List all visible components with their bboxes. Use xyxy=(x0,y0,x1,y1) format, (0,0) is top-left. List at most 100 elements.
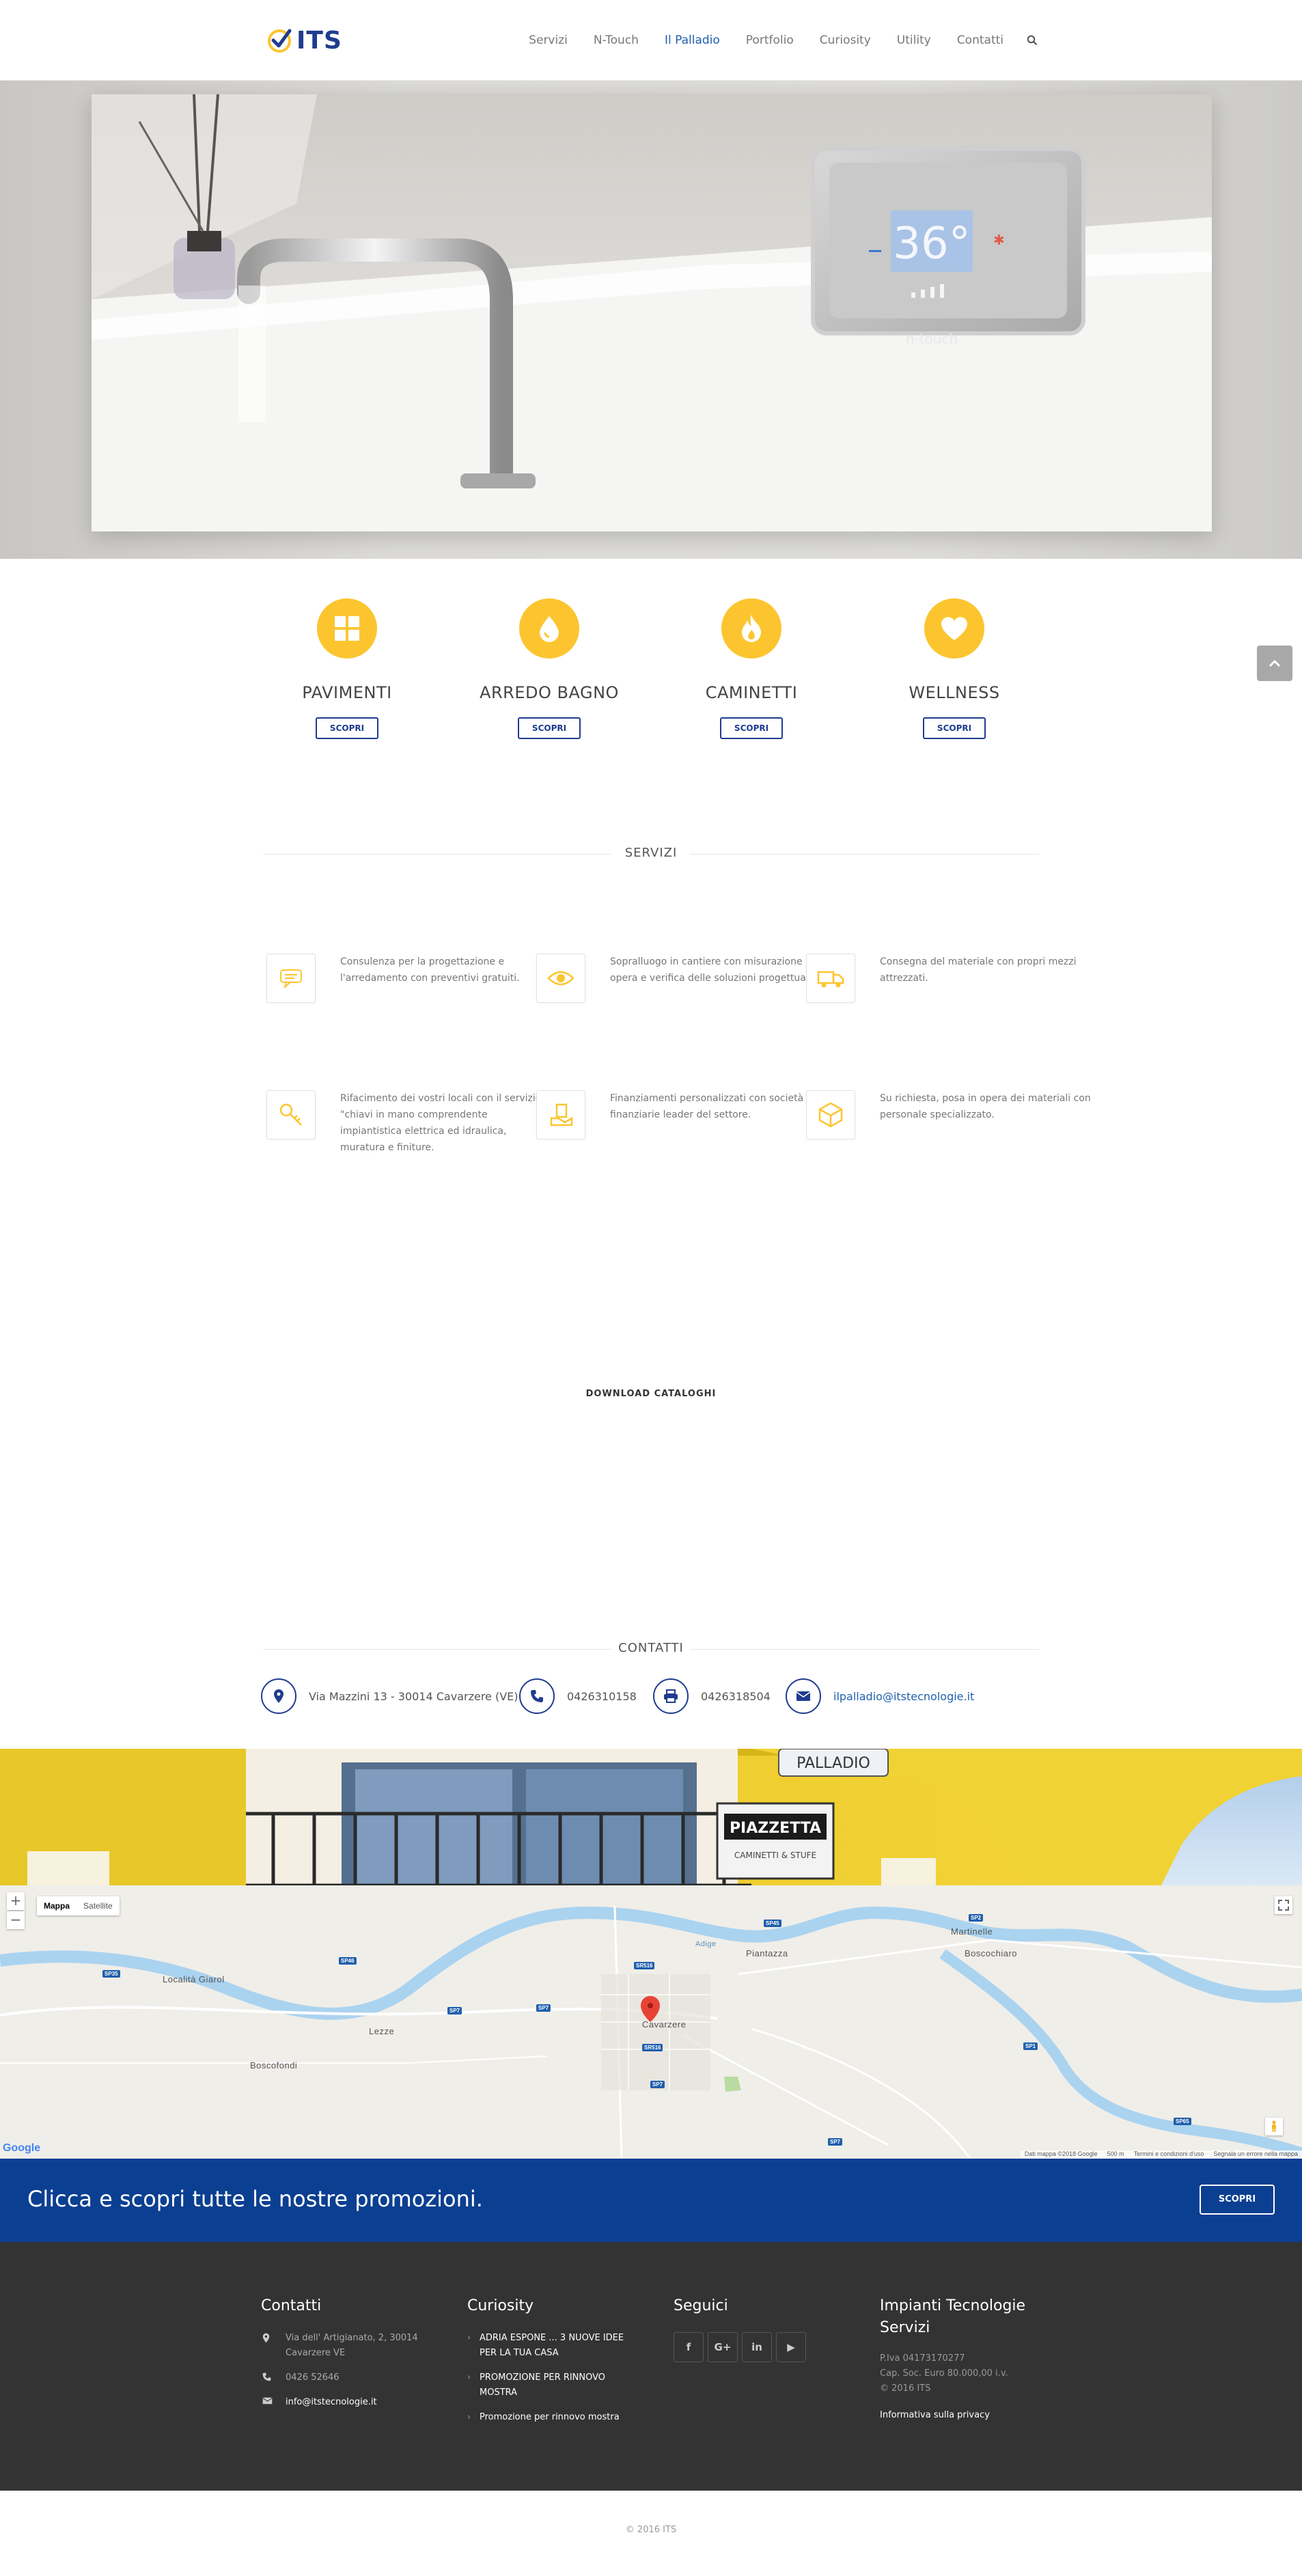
google-logo: Google xyxy=(3,2142,41,2154)
scopri-button[interactable]: SCOPRI xyxy=(923,717,986,739)
site-footer: Contatti Via dell' Artigianato, 2, 30014… xyxy=(0,2242,1302,2491)
logo-text: ITS xyxy=(296,26,342,55)
nav-n-touch[interactable]: N-Touch xyxy=(581,31,652,49)
google-plus-icon[interactable]: G+ xyxy=(708,2332,738,2362)
feature-caminetti: CAMINETTI SCOPRI xyxy=(676,598,827,739)
feature-wellness: WELLNESS SCOPRI xyxy=(879,598,1029,739)
facebook-icon[interactable]: f xyxy=(674,2332,704,2362)
hero-slider: 36° n-touch ✱ xyxy=(0,81,1302,559)
map-place-label: Cavarzere xyxy=(642,2019,687,2030)
service-text: Consulenza per la progettazione e l'arre… xyxy=(340,956,520,984)
nav-portfolio[interactable]: Portfolio xyxy=(733,31,807,49)
footer-title: Contatti xyxy=(261,2297,322,2314)
privacy-link[interactable]: Informativa sulla privacy xyxy=(880,2410,1044,2420)
google-map[interactable]: + − Mappa Satellite Località Giarol Lezz… xyxy=(0,1885,1302,2159)
map-pin-icon xyxy=(261,2331,286,2361)
service-text: Sopralluogo in cantiere con misurazione … xyxy=(610,956,815,984)
map-type-satellite[interactable]: Satellite xyxy=(77,1896,120,1915)
map-place-label: Località Giarol xyxy=(163,1974,225,1984)
map-place-label: Martinelle xyxy=(951,1926,993,1937)
map-type-mappa[interactable]: Mappa xyxy=(37,1896,77,1915)
thermostat-brand: n-touch xyxy=(906,331,958,347)
scopri-button[interactable]: SCOPRI xyxy=(518,717,581,739)
feature-title: ARREDO BAGNO xyxy=(480,683,619,702)
footer-phone: 0426 52646 xyxy=(261,2370,452,2385)
map-terms-link[interactable]: Termini e condizioni d'uso xyxy=(1134,2150,1204,2159)
nav-il-palladio[interactable]: Il Palladio xyxy=(652,31,733,49)
grid-icon xyxy=(317,598,377,659)
footer-contatti: Contatti Via dell' Artigianato, 2, 30014… xyxy=(261,2295,452,2410)
promo-banner: Clicca e scopri tutte le nostre promozio… xyxy=(0,2159,1302,2242)
scopri-button[interactable]: SCOPRI xyxy=(316,717,378,739)
copyright-text: © 2016 ITS xyxy=(625,2525,677,2535)
service-item: Sopralluogo in cantiere con misurazione … xyxy=(536,954,814,1042)
section-title: CONTATTI xyxy=(618,1641,684,1655)
site-header: ITS Servizi N-Touch Il Palladio Portfoli… xyxy=(0,0,1302,81)
footer-curiosity: Curiosity › ADRIA ESPONE ... 3 NUOVE IDEE… xyxy=(467,2295,631,2425)
servizi-heading: SERVIZI xyxy=(263,844,1039,865)
map-pin-icon xyxy=(261,1678,296,1714)
map-place-label: Boscochiaro xyxy=(965,1948,1018,1958)
map-zoom-out-button[interactable]: − xyxy=(7,1911,25,1929)
service-text: Su richiesta, posa in opera dei material… xyxy=(880,1093,1091,1120)
nav-utility[interactable]: Utility xyxy=(884,31,944,49)
logo[interactable]: ITS xyxy=(266,25,342,56)
footer-address: Via dell' Artigianato, 2, 30014 Cavarzer… xyxy=(261,2331,452,2361)
thermostat-temp: 36° xyxy=(893,219,970,269)
chat-icon xyxy=(266,954,316,1003)
pegman-icon[interactable] xyxy=(1265,2118,1283,2135)
nav-curiosity[interactable]: Curiosity xyxy=(807,31,884,49)
phone-icon xyxy=(519,1678,555,1714)
footer-company: Impianti Tecnologie Servizi P.Iva 041731… xyxy=(880,2295,1044,2420)
back-to-top-button[interactable] xyxy=(1257,646,1292,681)
store-photo: PALLADIO PIAZZETTA CAMINETTI & STUFE xyxy=(0,1749,1302,1885)
contact-email-link[interactable]: ilpalladio@itstecnologie.it xyxy=(833,1690,974,1703)
footer-curiosity-link[interactable]: › Promozione per rinnovo mostra xyxy=(467,2410,631,2425)
bathroom-scene: 36° n-touch ✱ xyxy=(92,94,1212,531)
sign-caminetti: CAMINETTI & STUFE xyxy=(734,1851,816,1860)
promo-text: Clicca e scopri tutte le nostre promozio… xyxy=(27,2186,483,2212)
fullscreen-icon[interactable] xyxy=(1275,1896,1292,1914)
store-facade: PALLADIO PIAZZETTA CAMINETTI & STUFE xyxy=(0,1749,1302,1885)
scopri-button[interactable]: SCOPRI xyxy=(720,717,783,739)
heart-icon xyxy=(924,598,984,659)
footer-curiosity-link[interactable]: › PROMOZIONE PER RINNOVO MOSTRA xyxy=(467,2370,631,2400)
contact-phone: 0426310158 xyxy=(519,1678,637,1714)
map-scale: 500 m xyxy=(1107,2150,1124,2157)
chevron-right-icon: › xyxy=(467,2412,471,2422)
service-item: Su richiesta, posa in opera dei material… xyxy=(806,1090,1091,1179)
service-text: Consegna del materiale con propri mezzi … xyxy=(880,956,1077,984)
drop-icon xyxy=(519,598,579,659)
map-place-label: Piantazza xyxy=(746,1948,788,1958)
company-info: P.Iva 04173170277 Cap. Soc. Euro 80.000,… xyxy=(880,2353,1008,2394)
logo-check-icon xyxy=(268,29,292,53)
section-title: SERVIZI xyxy=(624,846,678,860)
promo-scopri-button[interactable]: SCOPRI xyxy=(1200,2185,1275,2215)
map-attribution: Dati mappa ©2018 Google 500 m Termini e … xyxy=(1020,2150,1302,2159)
feature-title: CAMINETTI xyxy=(705,683,798,702)
footer-email-link[interactable]: info@itstecnologie.it xyxy=(286,2395,377,2410)
linkedin-icon[interactable]: in xyxy=(742,2332,772,2362)
money-hand-icon xyxy=(536,1090,585,1139)
map-zoom-in-button[interactable]: + xyxy=(7,1892,25,1910)
cube-icon xyxy=(806,1090,855,1139)
footer-curiosity-link[interactable]: › ADRIA ESPONE ... 3 NUOVE IDEE PER LA TU… xyxy=(467,2331,631,2361)
contact-fax: 0426318504 xyxy=(653,1678,771,1714)
feature-pavimenti: PAVIMENTI SCOPRI xyxy=(272,598,422,739)
sign-palladio: PALLADIO xyxy=(797,1755,870,1772)
footer-seguici: Seguici f G+ in ▶ xyxy=(674,2295,837,2362)
search-icon[interactable] xyxy=(1023,31,1041,49)
nav-contatti[interactable]: Contatti xyxy=(944,31,1016,49)
service-item: Consegna del materiale con propri mezzi … xyxy=(806,954,1079,1042)
service-item: Finanziamenti personalizzati con società… xyxy=(536,1090,809,1179)
flame-icon xyxy=(721,598,781,659)
truck-icon xyxy=(806,954,855,1003)
youtube-icon[interactable]: ▶ xyxy=(776,2332,806,2362)
feature-arredo-bagno: ARREDO BAGNO SCOPRI xyxy=(474,598,624,739)
nav-servizi[interactable]: Servizi xyxy=(516,31,581,49)
chevron-right-icon: › xyxy=(467,2333,471,2343)
download-cataloghi-link[interactable]: DOWNLOAD CATALOGHI xyxy=(0,1389,1302,1399)
map-report-link[interactable]: Segnala un errore nella mappa xyxy=(1213,2150,1298,2159)
footer-title: Seguici xyxy=(674,2297,728,2314)
envelope-icon xyxy=(261,2395,286,2410)
